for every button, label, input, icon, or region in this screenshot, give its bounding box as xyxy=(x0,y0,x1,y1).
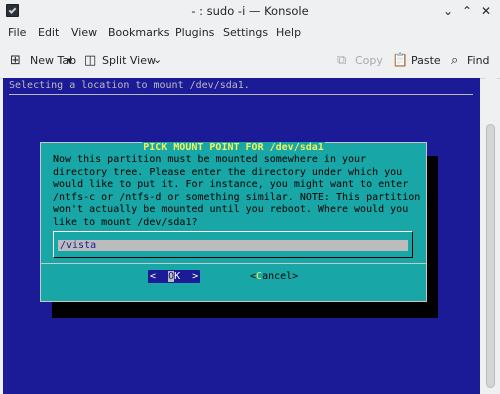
dialog-message: Now this partition must be mounted somew… xyxy=(53,154,421,228)
cancel-button[interactable]: <Cancel> xyxy=(250,270,298,283)
split-view-label: Split View xyxy=(102,54,156,67)
maximize-button[interactable]: ⌃ xyxy=(459,3,475,19)
toolbar: ⊞ New Tab ▼ ◫ Split View ⌄ ⧉ Copy 📋 Past… xyxy=(0,44,500,79)
scrollbar-thumb[interactable] xyxy=(486,124,495,388)
dialog-title: PICK MOUNT POINT FOR /dev/sda1 xyxy=(142,142,325,153)
terminal-divider xyxy=(9,94,473,95)
paste-label: Paste xyxy=(411,54,441,67)
window-titlebar[interactable]: - : sudo -i — Konsole ⌄ ⌃ ✕ xyxy=(0,0,500,24)
copy-label: Copy xyxy=(355,54,383,67)
new-tab-icon: ⊞ xyxy=(10,53,21,68)
menu-edit[interactable]: Edit xyxy=(38,26,59,39)
close-button[interactable]: ✕ xyxy=(478,3,494,19)
window-title: - : sudo -i — Konsole xyxy=(191,4,309,18)
menu-settings[interactable]: Settings xyxy=(223,26,268,39)
minimize-button[interactable]: ⌄ xyxy=(440,3,456,19)
menu-plugins[interactable]: Plugins xyxy=(175,26,214,39)
ok-button[interactable]: < OK > xyxy=(148,270,201,283)
ok-button-rest: K > xyxy=(174,271,199,282)
terminal-view[interactable]: Selecting a location to mount /dev/sda1.… xyxy=(3,78,480,394)
button-separator xyxy=(41,263,426,264)
chevron-down-icon: ⌄ xyxy=(153,53,163,66)
terminal-status-line: Selecting a location to mount /dev/sda1. xyxy=(9,80,250,91)
mount-point-input[interactable]: /vista xyxy=(58,240,408,251)
mount-point-dialog: PICK MOUNT POINT FOR /dev/sda1 Now this … xyxy=(40,142,427,302)
find-label: Find xyxy=(467,54,490,67)
menu-bookmarks[interactable]: Bookmarks xyxy=(108,26,169,39)
menu-view[interactable]: View xyxy=(71,26,97,39)
input-frame: /vista xyxy=(53,231,413,258)
split-view-icon: ◫ xyxy=(84,53,97,68)
search-icon: ⌕ xyxy=(451,53,459,68)
menu-help[interactable]: Help xyxy=(276,26,301,39)
copy-icon: ⧉ xyxy=(337,53,347,68)
dropdown-arrow-icon: ▼ xyxy=(67,57,73,65)
cancel-button-rest: ancel> xyxy=(262,271,299,282)
ok-button-left: < xyxy=(150,271,169,282)
menu-bar: File Edit View Bookmarks Plugins Setting… xyxy=(0,24,500,44)
menu-file[interactable]: File xyxy=(8,26,26,39)
paste-icon: 📋 xyxy=(392,53,409,68)
